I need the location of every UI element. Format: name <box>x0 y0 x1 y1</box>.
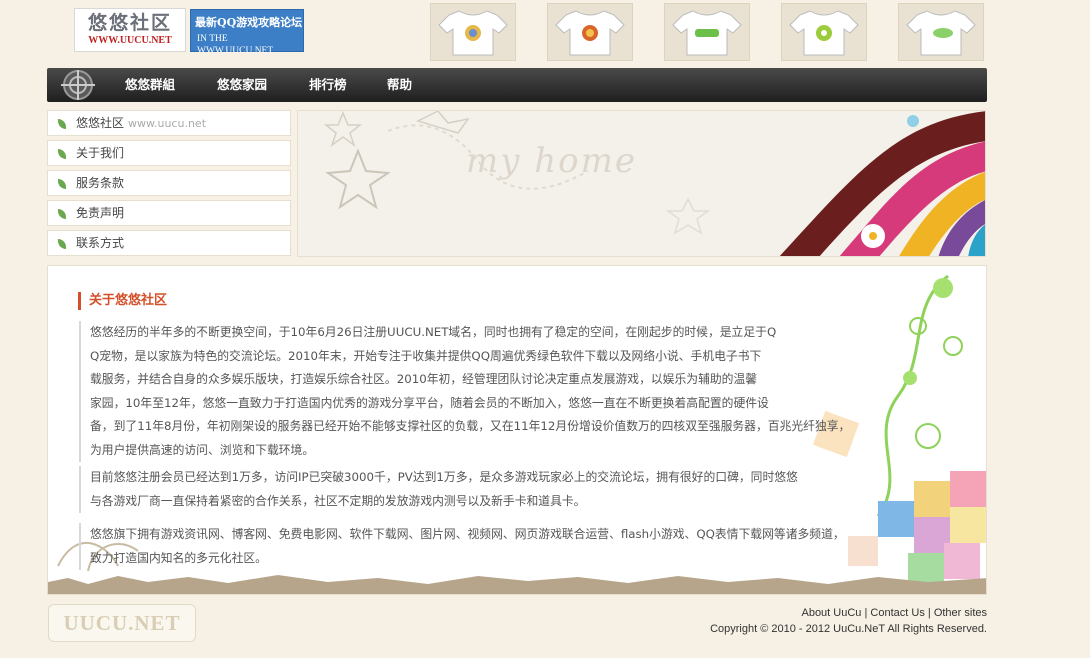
paragraph-line: 悠悠经历的半年多的不断更换空间，于10年6月26日注册UUCU.NET域名，同时… <box>90 325 777 339</box>
sidebar-item-about[interactable]: 关于我们 <box>47 140 291 166</box>
paragraph-line: 与各游戏厂商一直保持着紧密的合作关系，社区不定期的发放游戏内测号以及新手卡和道具… <box>90 493 586 508</box>
sidebar-item-terms[interactable]: 服务条款 <box>47 170 291 196</box>
paragraph-history: 悠悠经历的半年多的不断更换空间，于10年6月26日注册UUCU.NET域名，同时… <box>79 321 850 462</box>
tshirt-icon[interactable] <box>547 3 633 61</box>
compass-icon[interactable] <box>53 68 103 102</box>
paragraph-line: 为用户提供高速的访问、浏览和下载环境。 <box>90 442 315 457</box>
nav-item-help[interactable]: 帮助 <box>387 68 412 102</box>
logo-url: WWW.UUCU.NET <box>88 35 172 46</box>
sidebar-item-contact[interactable]: 联系方式 <box>47 230 291 256</box>
site-logo[interactable]: 悠悠社区 WWW.UUCU.NET <box>74 8 186 52</box>
nav-item-groups[interactable]: 悠悠群組 <box>125 68 175 102</box>
sidebar-item-label: 关于我们 <box>76 146 125 160</box>
sidebar-item-label: 服务条款 <box>76 176 125 190</box>
sidebar-item-sub: www.uucu.net <box>128 117 207 130</box>
sidebar-item-disclaimer[interactable]: 免责声明 <box>47 200 291 226</box>
about-section: 关于悠悠社区 悠悠经历的半年多的不断更换空间，于10年6月26日注册UUCU.N… <box>47 265 987 595</box>
tshirt-icon[interactable] <box>664 3 750 61</box>
leaf-icon <box>58 119 66 129</box>
sidebar-item-label: 悠悠社区 <box>76 116 125 130</box>
footer-links: About UuCu | Contact Us | Other sites <box>801 607 987 619</box>
footer-link-about[interactable]: About UuCu <box>801 607 861 619</box>
section-title: 关于悠悠社区 <box>78 292 167 310</box>
paragraph-line: 目前悠悠注册会员已经达到1万多，访问IP已突破3000千，PV达到1万多，是众多… <box>90 470 798 484</box>
slogan-en: IN THE WWW.UUCU.NET <box>197 34 274 56</box>
nav-item-home[interactable]: 悠悠家园 <box>217 68 267 102</box>
main-nav: 悠悠群組 悠悠家园 排行榜 帮助 <box>47 68 987 102</box>
tshirt-icon[interactable] <box>898 3 984 61</box>
paragraph-channels: 悠悠旗下拥有游戏资讯网、博客网、免费电影网、软件下载网、图片网、视频网、网页游戏… <box>79 523 845 570</box>
copyright-text: Copyright © 2010 - 2012 UuCu.NeT All Rig… <box>710 623 987 635</box>
hero-banner: my home <box>297 110 986 257</box>
leaf-icon <box>58 239 66 249</box>
footer-logo[interactable]: UUCU.NET <box>48 604 196 642</box>
sidebar-item-community[interactable]: 悠悠社区 www.uucu.net <box>47 110 291 136</box>
leaf-icon <box>58 149 66 159</box>
paragraph-line: 备，到了11年8月份，年初刚架设的服务器已经开始不能够支撑社区的负载，又在11年… <box>90 419 851 433</box>
paragraph-stats: 目前悠悠注册会员已经达到1万多，访问IP已突破3000千，PV达到1万多，是众多… <box>79 466 798 513</box>
nav-item-ranking[interactable]: 排行榜 <box>309 68 347 102</box>
paragraph-line: Q宠物，是以家族为特色的交流论坛。2010年末，开始专注于收集并提供QQ周遍优秀… <box>90 348 762 363</box>
footer-link-contact[interactable]: Contact Us <box>870 607 924 619</box>
footer-separator: | <box>927 607 931 619</box>
leaf-icon <box>58 179 66 189</box>
footer-link-other-sites[interactable]: Other sites <box>934 607 987 619</box>
logo-title: 悠悠社区 <box>87 12 172 34</box>
slogan-cn: 最新QQ游戏攻略论坛 <box>195 16 303 29</box>
paragraph-line: 家园，10年至12年，悠悠一直致力于打造国内优秀的游戏分享平台，随着会员的不断加… <box>90 395 769 410</box>
footer-separator: | <box>864 607 868 619</box>
paragraph-line: 悠悠旗下拥有游戏资讯网、博客网、免费电影网、软件下载网、图片网、视频网、网页游戏… <box>90 527 845 541</box>
tshirt-icon[interactable] <box>781 3 867 61</box>
slogan-banner[interactable]: 最新QQ游戏攻略论坛 IN THE WWW.UUCU.NET <box>190 9 304 56</box>
tshirt-icon[interactable] <box>430 3 516 61</box>
paragraph-line: 载服务，并结合自身的众多娱乐版块，打造娱乐综合社区。2010年初，经管理团队讨论… <box>90 372 758 386</box>
sidebar-item-label: 联系方式 <box>76 236 125 250</box>
grass-border <box>48 575 986 594</box>
banner-text: my home <box>466 141 637 181</box>
banner-artwork <box>323 111 985 256</box>
sidebar-item-label: 免责声明 <box>76 206 125 220</box>
paragraph-line: 致力打造国内知名的多元化社区。 <box>90 550 267 565</box>
leaf-icon <box>58 209 66 219</box>
